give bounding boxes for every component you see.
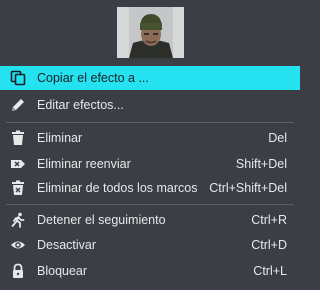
menu-separator xyxy=(6,122,294,123)
menu-item-lock[interactable]: Bloquear Ctrl+L xyxy=(0,259,300,283)
menu-item-shortcut: Ctrl+Shift+Del xyxy=(209,181,287,195)
menu-item-label: Editar efectos... xyxy=(37,98,124,112)
menu-item-delete-all-frames[interactable]: Eliminar de todos los marcos Ctrl+Shift+… xyxy=(0,176,300,200)
menu-item-copy-effect[interactable]: Copiar el efecto a ... xyxy=(0,66,300,90)
trash-all-icon xyxy=(10,180,26,196)
menu-item-label: Eliminar reenviar xyxy=(37,157,131,171)
menu-item-shortcut: Shift+Del xyxy=(235,157,287,171)
menu-separator xyxy=(6,204,294,205)
menu-item-shortcut: Ctrl+L xyxy=(253,264,287,278)
menu-item-delete-forward[interactable]: Eliminar reenviar Shift+Del xyxy=(0,152,300,176)
menu-item-label: Eliminar de todos los marcos xyxy=(37,181,198,195)
menu-item-deactivate[interactable]: Desactivar Ctrl+D xyxy=(0,233,300,257)
menu-item-label: Eliminar xyxy=(37,131,83,145)
lock-icon xyxy=(10,263,26,279)
delete-forward-icon xyxy=(10,156,26,172)
running-person-icon xyxy=(10,212,26,228)
copy-icon xyxy=(10,70,26,86)
menu-item-shortcut: Ctrl+D xyxy=(251,238,287,252)
context-menu: Copiar el efecto a ... Editar efectos...… xyxy=(0,63,300,290)
menu-item-stop-tracking[interactable]: Detener el seguimiento Ctrl+R xyxy=(0,208,300,232)
effect-preview-area xyxy=(0,0,300,63)
menu-item-label: Copiar el efecto a ... xyxy=(37,71,149,85)
eye-icon xyxy=(10,237,26,253)
person-thumbnail xyxy=(117,7,184,58)
pencil-icon xyxy=(10,97,26,113)
menu-item-label: Detener el seguimiento xyxy=(37,213,166,227)
menu-item-delete[interactable]: Eliminar Del xyxy=(0,126,300,150)
trash-icon xyxy=(10,130,26,146)
menu-item-shortcut: Del xyxy=(268,131,287,145)
menu-item-shortcut: Ctrl+R xyxy=(251,213,287,227)
menu-item-edit-effects[interactable]: Editar efectos... xyxy=(0,93,300,117)
menu-item-label: Desactivar xyxy=(37,238,97,252)
menu-item-label: Bloquear xyxy=(37,264,88,278)
